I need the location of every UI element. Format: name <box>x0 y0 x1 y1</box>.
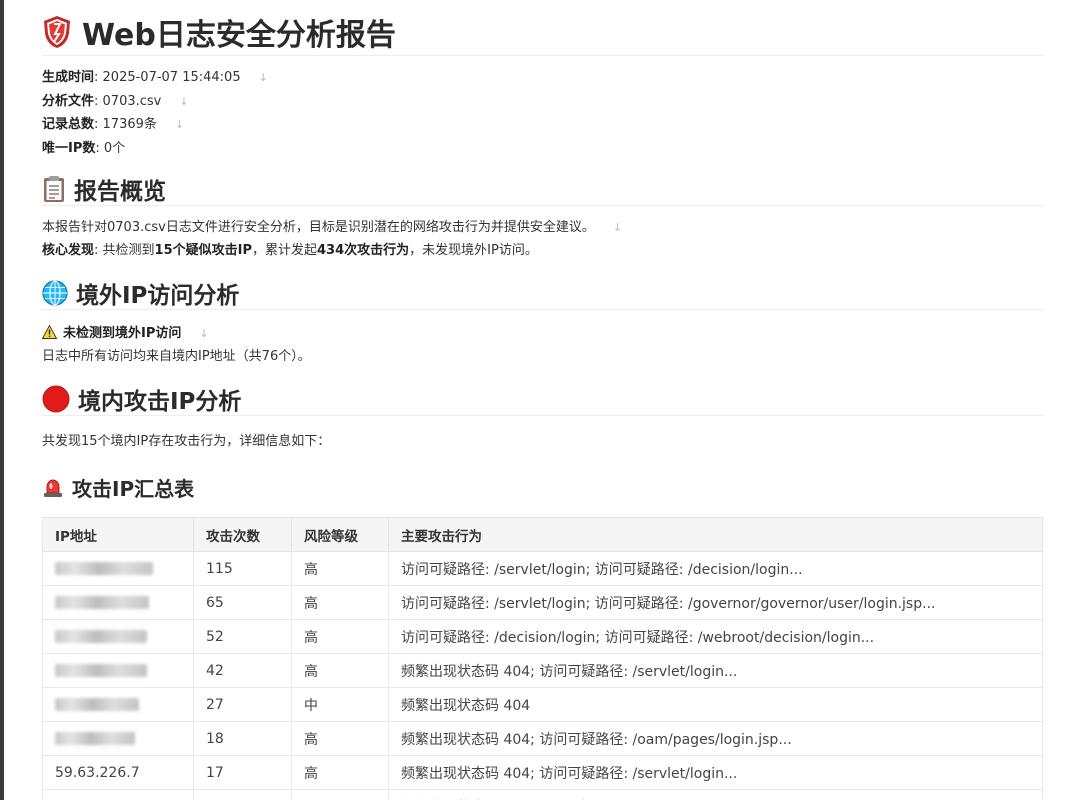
risk-cell: 高 <box>291 585 389 620</box>
behavior-cell: 频繁出现状态码 404; 访问可疑路径: /oam/pages/login.js… <box>388 721 1043 756</box>
behavior-cell: 访问可疑路径: /servlet/login; 访问可疑路径: /decisio… <box>388 551 1043 586</box>
redacted-ip <box>55 596 149 609</box>
meta-analysis-file: 分析文件: 0703.csv ↓ <box>42 93 189 109</box>
count-cell: 17 <box>193 755 292 790</box>
page-title-text: Web日志安全分析报告 <box>82 17 396 53</box>
redacted-ip <box>55 698 139 711</box>
meta-generated-time: 生成时间: 2025-07-07 15:44:05 ↓ <box>42 70 268 85</box>
risk-cell: 高 <box>291 789 389 800</box>
red-circle-icon <box>42 385 70 412</box>
behavior-cell: 访问可疑路径: /servlet/login; 访问可疑路径: /governo… <box>388 585 1043 620</box>
behavior-cell: 频繁出现状态码 404; 访问可疑路径: /ebidding/login... <box>388 789 1043 800</box>
behavior-cell: 频繁出现状态码 404 <box>388 687 1043 722</box>
overview-text: 本报告针对0703.csv日志文件进行安全分析，目标是识别潜在的网络攻击行为并提… <box>42 220 623 258</box>
behavior-cell: 频繁出现状态码 404; 访问可疑路径: /servlet/login... <box>388 755 1043 790</box>
count-cell: 27 <box>193 687 292 722</box>
ip-cell <box>42 687 194 722</box>
meta-unique-ip: 唯一IP数: 0个 <box>42 140 126 156</box>
shield-icon <box>44 15 70 48</box>
section-foreign-heading: 境外IP访问分析 <box>42 276 1044 310</box>
count-cell: 18 <box>193 721 292 756</box>
table-header-row: IP地址 攻击次数 风险等级 主要攻击行为 <box>42 517 1043 552</box>
risk-cell: 高 <box>291 755 389 790</box>
table-row: 42 高 频繁出现状态码 404; 访问可疑路径: /servlet/login… <box>42 653 1043 688</box>
table-row: 27 中 频繁出现状态码 404 <box>42 687 1043 722</box>
table-row: 65 高 访问可疑路径: /servlet/login; 访问可疑路径: /go… <box>42 585 1043 620</box>
report-content: Web日志安全分析报告 生成时间: 2025-07-07 15:44:05 ↓ 分… <box>42 0 1044 800</box>
globe-icon <box>42 279 68 306</box>
clipboard-icon <box>44 175 64 202</box>
ip-cell: 59.63.226.7 <box>42 755 194 790</box>
column-header-behavior: 主要攻击行为 <box>388 517 1043 552</box>
ip-cell <box>42 721 194 756</box>
count-cell: 52 <box>193 619 292 654</box>
summary-heading: 攻击IP汇总表 <box>42 471 1044 503</box>
attack-ip-table: IP地址 攻击次数 风险等级 主要攻击行为 115 高 访问可疑路径: /ser… <box>42 517 1043 800</box>
risk-cell: 中 <box>291 687 389 722</box>
redacted-ip <box>55 630 147 643</box>
risk-cell: 高 <box>291 551 389 586</box>
redacted-ip <box>55 562 153 575</box>
behavior-cell: 访问可疑路径: /decision/login; 访问可疑路径: /webroo… <box>388 619 1043 654</box>
column-header-ip: IP地址 <box>42 517 194 552</box>
risk-cell: 高 <box>291 619 389 654</box>
table-row: 59.63.226.6 17 高 频繁出现状态码 404; 访问可疑路径: /e… <box>42 789 1043 800</box>
count-cell: 42 <box>193 653 292 688</box>
table-row: 52 高 访问可疑路径: /decision/login; 访问可疑路径: /w… <box>42 619 1043 654</box>
siren-icon <box>44 479 62 497</box>
table-row: 115 高 访问可疑路径: /servlet/login; 访问可疑路径: /d… <box>42 551 1043 586</box>
risk-cell: 高 <box>291 721 389 756</box>
redacted-ip <box>55 664 147 677</box>
table-row: 18 高 频繁出现状态码 404; 访问可疑路径: /oam/pages/log… <box>42 721 1043 756</box>
count-cell: 65 <box>193 585 292 620</box>
column-header-risk: 风险等级 <box>291 517 389 552</box>
meta-record-count: 记录总数: 17369条 ↓ <box>42 117 185 132</box>
table-row: 59.63.226.7 17 高 频繁出现状态码 404; 访问可疑路径: /s… <box>42 755 1043 790</box>
domestic-text: 共发现15个境内IP存在攻击行为，详细信息如下： <box>42 434 331 449</box>
count-cell: 115 <box>193 551 292 586</box>
page-title: Web日志安全分析报告 <box>42 8 1044 56</box>
ip-cell <box>42 619 194 654</box>
count-cell: 17 <box>193 789 292 800</box>
column-header-count: 攻击次数 <box>193 517 292 552</box>
foreign-text: 未检测到境外IP访问 ↓ 日志中所有访问均来自境内IP地址（共76个）。 <box>42 325 311 364</box>
redacted-ip <box>55 732 135 745</box>
ip-cell <box>42 585 194 620</box>
ip-cell: 59.63.226.6 <box>42 789 194 800</box>
ip-cell <box>42 551 194 586</box>
behavior-cell: 频繁出现状态码 404; 访问可疑路径: /servlet/login... <box>388 653 1043 688</box>
section-overview-heading: 报告概览 <box>42 172 1044 206</box>
ip-cell <box>42 653 194 688</box>
warning-icon <box>42 325 57 339</box>
risk-cell: 高 <box>291 653 389 688</box>
window-edge <box>0 0 4 800</box>
report-meta: 生成时间: 2025-07-07 15:44:05 ↓ 分析文件: 0703.cs… <box>42 66 1044 160</box>
section-domestic-heading: 境内攻击IP分析 <box>42 382 1044 416</box>
